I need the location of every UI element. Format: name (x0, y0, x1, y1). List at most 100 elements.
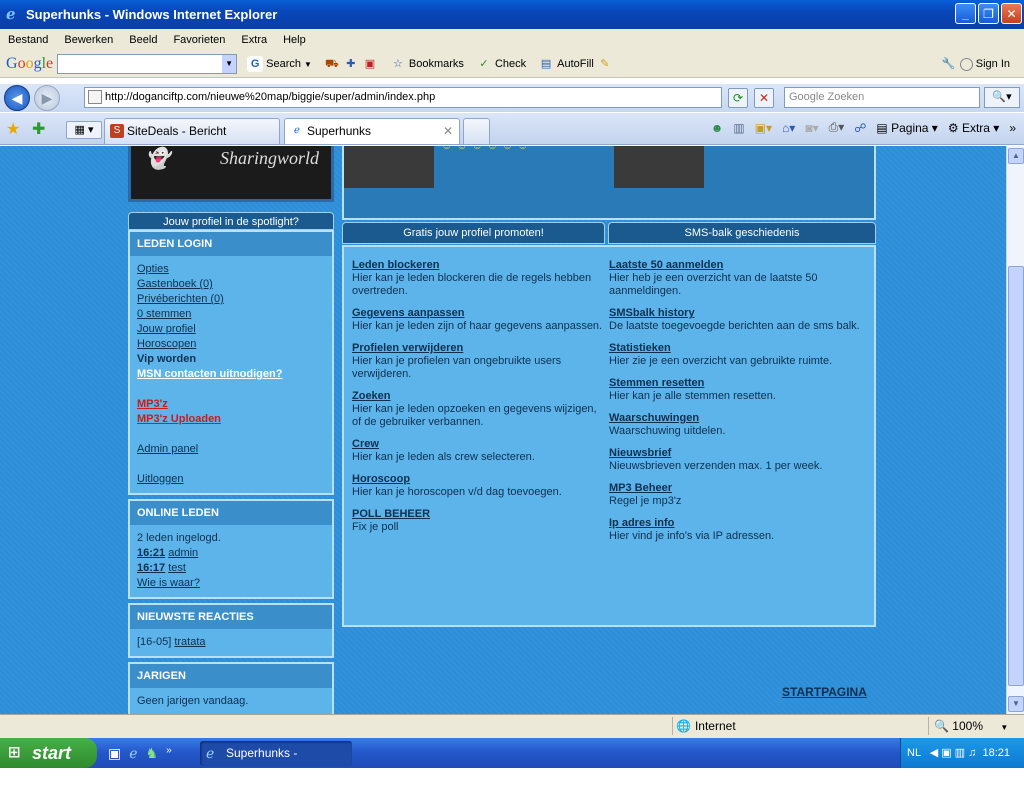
ie-quicklaunch-icon[interactable]: ℯ (129, 745, 137, 762)
window-title-bar[interactable]: ℯ Superhunks - Windows Internet Explorer… (0, 0, 1024, 29)
autofill-button[interactable]: ▤ AutoFill ✎ (532, 56, 619, 72)
security-zone[interactable]: 🌐 Internet (676, 719, 736, 733)
admin-entry-link[interactable]: POLL BEHEER (352, 508, 430, 520)
login-link[interactable]: Gastenboek (0) (137, 277, 325, 292)
taskbar-ie-window[interactable]: ℯ Superhunks - Window... (200, 741, 352, 785)
search-box[interactable]: Google Zoeken (784, 87, 980, 108)
reactie-link[interactable]: tratata (174, 636, 205, 648)
forward-button[interactable]: ▶ (34, 85, 60, 111)
maximize-button[interactable]: ❐ (978, 3, 999, 24)
scroll-down-icon[interactable]: ▼ (1008, 696, 1024, 712)
login-link[interactable]: MSN contacten uitnodigen? (137, 367, 325, 382)
feeds-icon[interactable]: ◙▾ (805, 121, 818, 135)
research-icon[interactable]: ▥ (733, 121, 744, 135)
login-link[interactable]: MP3'z Uploaden (137, 412, 325, 427)
startpagina-link[interactable]: STARTPAGINA (782, 685, 867, 699)
sms-history-button[interactable]: SMS-balk geschiedenis (608, 222, 876, 244)
site-logo[interactable]: 👻 Sharingworld (128, 146, 334, 202)
minimize-button[interactable]: _ (955, 3, 976, 24)
tab-sitedeals[interactable]: S SiteDeals - Bericht Aanpassen (104, 118, 280, 162)
tab-superhunks[interactable]: ℯ Superhunks ✕ (284, 118, 460, 144)
admin-entry-link[interactable]: SMSbalk history (609, 307, 695, 319)
messenger-icon[interactable]: ☻ (711, 121, 724, 135)
messenger-icon[interactable]: ♞ (146, 745, 159, 762)
page-menu[interactable]: ▤ Pagina ▾ (876, 121, 937, 135)
login-link[interactable]: Jouw profiel (137, 322, 325, 337)
print-icon[interactable]: ⎙▾ (829, 120, 845, 135)
overflow-chevron-icon[interactable]: » (1009, 121, 1016, 135)
translate-icon[interactable]: ▣▾ (755, 121, 772, 135)
admin-entry-link[interactable]: Zoeken (352, 390, 391, 402)
back-button[interactable]: ◀ (4, 85, 30, 111)
language-indicator[interactable]: NL (907, 747, 921, 759)
quick-tabs-icon[interactable]: ▦ ▾ (66, 121, 102, 139)
url-field[interactable]: http://doganciftp.com/nieuwe%20map/biggi… (84, 87, 722, 108)
pagerank-icon[interactable]: ▣ (362, 56, 378, 72)
login-link[interactable]: Privéberichten (0) (137, 292, 325, 307)
vertical-scrollbar[interactable]: ▲ ▼ (1006, 146, 1024, 714)
menu-beeld[interactable]: Beeld (121, 34, 165, 46)
login-link[interactable]: MP3'z (137, 397, 325, 412)
add-plus-icon[interactable]: ✚ (343, 56, 359, 72)
bookmarks-button[interactable]: ☆ Bookmarks (384, 56, 470, 72)
tools-menu[interactable]: ⚙ Extra ▾ (948, 121, 999, 135)
login-link[interactable]: Opties (137, 262, 325, 277)
online-user[interactable]: 16:21 admin (137, 546, 325, 561)
admin-entry-link[interactable]: Ip adres info (609, 517, 674, 529)
profile-thumbnail[interactable] (614, 146, 704, 188)
admin-entry-link[interactable]: Statistieken (609, 342, 671, 354)
google-search-button[interactable]: G Search ▼ (241, 56, 318, 72)
admin-entry-link[interactable]: Waarschuwingen (609, 412, 699, 424)
close-button[interactable]: ✕ (1001, 3, 1022, 24)
wrench-icon[interactable]: 🔧 (941, 56, 957, 72)
admin-entry-link[interactable]: Stemmen resetten (609, 377, 704, 389)
scrollbar-thumb[interactable] (1008, 266, 1024, 686)
menu-extra[interactable]: Extra (233, 34, 275, 46)
tray-icons[interactable]: ◀ ▣ ▥ ♫ (930, 747, 977, 759)
start-button[interactable]: ⊞ start (0, 738, 97, 768)
online-user-link[interactable]: test (168, 562, 186, 574)
login-link[interactable]: Uitloggen (137, 472, 325, 487)
highlight-icon[interactable]: ✎ (597, 56, 613, 72)
menu-help[interactable]: Help (275, 34, 314, 46)
close-tab-icon[interactable]: ✕ (443, 119, 453, 143)
spellcheck-button[interactable]: ✓ Check (470, 56, 532, 72)
menu-favorieten[interactable]: Favorieten (165, 34, 233, 46)
profile-thumbnail[interactable] (344, 146, 434, 188)
login-link[interactable]: 0 stemmen (137, 307, 325, 322)
home-icon[interactable]: ⌂▾ (782, 121, 795, 135)
add-favorite-icon[interactable]: ✚ (32, 119, 45, 139)
stop-button[interactable]: ✕ (754, 88, 774, 108)
login-link[interactable]: Vip worden (137, 352, 325, 367)
desktop-icon[interactable]: ▣ (108, 745, 121, 762)
menu-bewerken[interactable]: Bewerken (56, 34, 121, 46)
search-go-button[interactable]: 🔍▾ (984, 87, 1020, 108)
chevron-down-icon[interactable]: ▼ (222, 55, 237, 73)
login-link[interactable]: Admin panel (137, 442, 325, 457)
favorites-star-icon[interactable]: ★ (6, 119, 20, 139)
refresh-button[interactable]: ⟳ (728, 88, 748, 108)
promote-profile-button[interactable]: Gratis jouw profiel promoten! (342, 222, 605, 244)
admin-entry-link[interactable]: Crew (352, 438, 379, 450)
signin-button[interactable]: 🔧 Sign In (935, 56, 1016, 72)
admin-entry-link[interactable]: Profielen verwijderen (352, 342, 463, 354)
zoom-control[interactable]: 🔍 100% ▼ (934, 719, 1008, 733)
admin-entry-link[interactable]: Laatste 50 aanmelden (609, 259, 723, 271)
overflow-chevron-icon[interactable]: » (166, 745, 172, 762)
menu-bestand[interactable]: Bestand (0, 34, 56, 46)
scroll-up-icon[interactable]: ▲ (1008, 148, 1024, 164)
google-search-input[interactable]: ▼ (57, 54, 238, 74)
admin-entry-link[interactable]: Leden blockeren (352, 259, 439, 271)
whois-link[interactable]: Wie is waar? (137, 576, 325, 591)
login-link[interactable]: Horoscopen (137, 337, 325, 352)
spotlight-link[interactable]: Jouw profiel in de spotlight? (128, 212, 334, 230)
admin-entry-link[interactable]: Nieuwsbrief (609, 447, 671, 459)
connect-icon[interactable]: ☍ (854, 121, 866, 135)
online-user[interactable]: 16:17 test (137, 561, 325, 576)
online-user-link[interactable]: admin (168, 547, 198, 559)
admin-entry-link[interactable]: MP3 Beheer (609, 482, 672, 494)
popup-blocker-icon[interactable]: ⛟ (324, 56, 340, 72)
admin-entry-link[interactable]: Gegevens aanpassen (352, 307, 465, 319)
admin-entry-link[interactable]: Horoscoop (352, 473, 410, 485)
new-tab-button[interactable] (463, 118, 490, 144)
